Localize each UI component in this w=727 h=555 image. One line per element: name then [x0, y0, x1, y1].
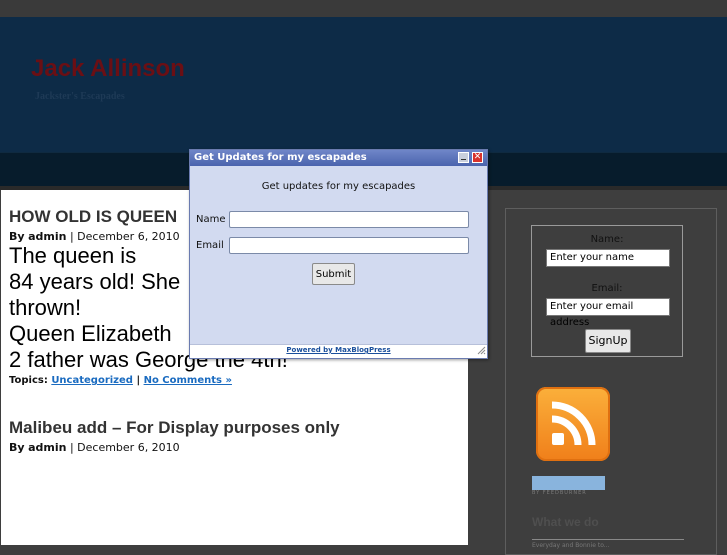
popup-titlebar[interactable]: Get Updates for my escapades ✕ — [190, 150, 487, 166]
popup-heading: Get updates for my escapades — [261, 181, 416, 192]
site-tagline: Jackster's Escapades — [35, 91, 125, 102]
popup-footer: Powered by MaxBlogPress — [190, 344, 487, 358]
topics-label: Topics: — [9, 375, 48, 386]
resize-grip-icon[interactable] — [477, 346, 486, 355]
what-we-do-text: Everyday and Bonnie to... — [532, 542, 610, 549]
rss-feed-icon[interactable] — [536, 387, 610, 461]
signup-name-label: Name: — [590, 234, 624, 245]
minimize-icon[interactable] — [458, 152, 469, 163]
signup-form: Name: Enter your name Email: Enter your … — [531, 225, 683, 357]
signup-name-field[interactable]: Enter your name — [546, 249, 670, 267]
feedburner-text: BY FEEDBURNER — [532, 490, 587, 496]
author-prefix: By — [9, 230, 25, 243]
signup-button[interactable]: SignUp — [585, 329, 631, 353]
top-bar — [0, 0, 727, 17]
post-date: December 6, 2010 — [77, 230, 180, 243]
close-icon[interactable]: ✕ — [472, 152, 483, 163]
meta-separator: | — [69, 230, 74, 243]
post-date: December 6, 2010 — [77, 441, 180, 454]
post-meta: By admin | December 6, 2010 — [9, 230, 180, 243]
topics-separator: | — [136, 375, 141, 386]
what-we-do-heading: What we do — [532, 515, 599, 529]
popup-name-label: Name — [196, 214, 226, 225]
subscribe-popup: Get Updates for my escapades ✕ Get updat… — [189, 149, 488, 359]
site-title[interactable]: Jack Allinson — [31, 55, 185, 83]
powered-by-link[interactable]: Powered by MaxBlogPress — [190, 346, 487, 354]
signup-email-label: Email: — [591, 283, 623, 294]
author-prefix: By — [9, 441, 25, 454]
sidebar: Name: Enter your name Email: Enter your … — [505, 208, 717, 555]
post-title[interactable]: Malibeu add – For Display purposes only — [9, 418, 340, 438]
post-author: admin — [28, 441, 67, 454]
post-meta: By admin | December 6, 2010 — [9, 441, 180, 454]
popup-email-label: Email — [196, 240, 224, 251]
section-divider — [532, 539, 684, 540]
popup-email-field[interactable] — [229, 237, 469, 254]
site-header: Jack Allinson Jackster's Escapades — [0, 17, 727, 152]
post-title[interactable]: HOW OLD IS QUEEN — [9, 207, 177, 227]
category-link[interactable]: Uncategorized — [51, 375, 133, 386]
popup-name-field[interactable] — [229, 211, 469, 228]
comments-link[interactable]: No Comments » — [144, 375, 232, 386]
post-topics: Topics: Uncategorized | No Comments » — [9, 375, 232, 386]
popup-submit-button[interactable]: Submit — [312, 263, 355, 285]
popup-title: Get Updates for my escapades — [194, 152, 367, 163]
feedburner-badge[interactable] — [532, 476, 605, 490]
meta-separator: | — [69, 441, 74, 454]
signup-email-field[interactable]: Enter your email address — [546, 298, 670, 328]
post-author: admin — [28, 230, 67, 243]
